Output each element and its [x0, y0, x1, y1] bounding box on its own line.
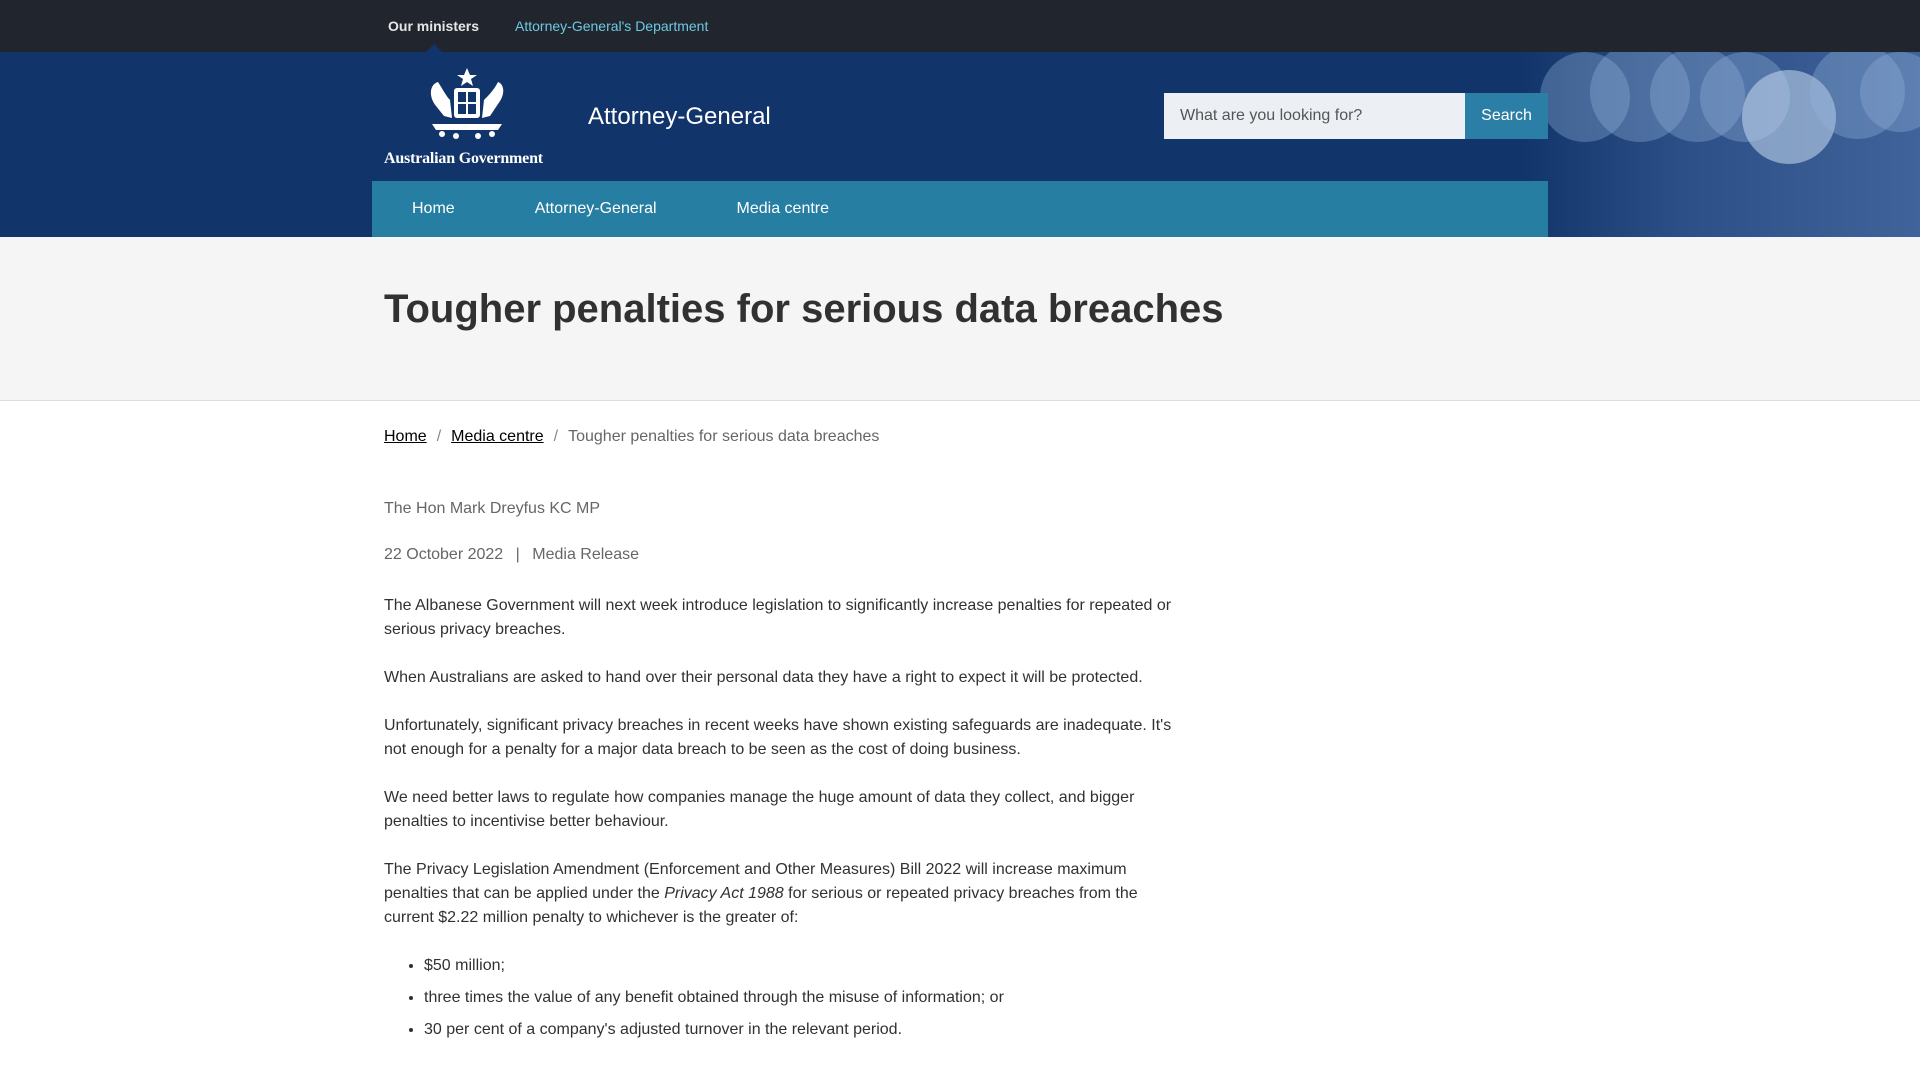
list-item: 30 per cent of a company's adjusted turn…	[424, 1018, 1184, 1042]
breadcrumb-current: Tougher penalties for serious data breac…	[568, 428, 880, 445]
article-paragraph: The Albanese Government will next week i…	[384, 597, 1172, 638]
article-paragraph: Unfortunately, significant privacy breac…	[384, 717, 1172, 758]
coat-of-arms-icon	[430, 68, 504, 139]
nav-item-home[interactable]: Home	[412, 200, 455, 218]
search-button[interactable]: Search	[1465, 93, 1548, 139]
breadcrumb: Home / Media centre / Tougher penalties …	[384, 428, 1184, 446]
breadcrumb-media-centre[interactable]: Media centre	[451, 428, 544, 446]
article-author: The Hon Mark Dreyfus KC MP	[384, 500, 601, 517]
site-title[interactable]: Attorney-General	[588, 103, 771, 131]
page-title: Tougher penalties for serious data breac…	[384, 287, 1224, 331]
article-date: 22 October 2022	[384, 546, 504, 563]
article-meta: 22 October 2022 | Media Release	[384, 546, 1184, 564]
article-paragraph: When Australians are asked to hand over …	[384, 669, 1143, 686]
list-item: $50 million;	[424, 954, 1184, 978]
article-body: The Albanese Government will next week i…	[384, 594, 1184, 1042]
article-paragraph: We need better laws to regulate how comp…	[384, 789, 1135, 830]
main-navigation: Home Attorney-General Media centre	[372, 181, 1548, 237]
act-title: Privacy Act 1988	[664, 885, 784, 902]
nav-item-attorney-general[interactable]: Attorney-General	[535, 200, 657, 218]
site-header: Australian Government Attorney-General S…	[0, 52, 1920, 237]
search-input[interactable]	[1164, 93, 1465, 139]
nav-item-media-centre[interactable]: Media centre	[737, 200, 830, 218]
article-paragraph: The Privacy Legislation Amendment (Enfor…	[384, 858, 1184, 930]
page-title-band: Tougher penalties for serious data breac…	[0, 237, 1920, 401]
australian-government-logo[interactable]: Australian Government	[384, 66, 554, 176]
breadcrumb-separator: /	[553, 428, 559, 445]
list-item: three times the value of any benefit obt…	[424, 986, 1184, 1010]
article-type: Media Release	[532, 546, 639, 563]
search-form: Search	[1164, 93, 1548, 139]
breadcrumb-separator: /	[436, 428, 442, 445]
main-content: Home / Media centre / Tougher penalties …	[384, 428, 1184, 1050]
our-ministers-link[interactable]: Our ministers	[388, 0, 479, 52]
department-link[interactable]: Attorney-General's Department	[515, 18, 708, 34]
breadcrumb-home[interactable]: Home	[384, 428, 427, 446]
top-bar: Our ministers Attorney-General's Departm…	[0, 0, 1920, 52]
logo-text: Australian Government	[384, 150, 543, 167]
meta-separator: |	[515, 546, 520, 563]
header-decoration	[1520, 52, 1920, 237]
penalty-list: $50 million; three times the value of an…	[424, 954, 1184, 1042]
